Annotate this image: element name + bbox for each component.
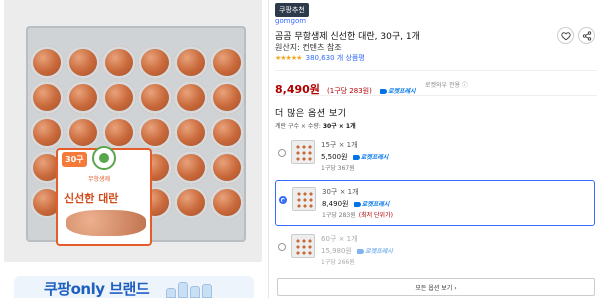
egg bbox=[66, 81, 100, 114]
lowest-unit-flag: (최저 단위가) bbox=[358, 212, 393, 219]
share-button[interactable] bbox=[578, 27, 595, 44]
egg bbox=[102, 116, 136, 149]
egg bbox=[210, 186, 244, 219]
delivery-info[interactable]: 로켓와우 전용 ⓘ bbox=[425, 80, 468, 89]
product-image-panel: 30구 무항생제 신선한 대란 쿠팡only 브랜드 bbox=[0, 0, 266, 298]
banner-bottles-image bbox=[164, 280, 224, 298]
rating-row[interactable]: ★★★★★ 380,630 개 상품평 bbox=[275, 53, 365, 63]
rocket-fresh-badge: 로켓프레시 bbox=[353, 201, 389, 208]
view-all-options-button[interactable]: 모든 옵션 보기 › bbox=[277, 278, 595, 296]
egg bbox=[174, 81, 208, 114]
review-count[interactable]: 380,630 개 상품평 bbox=[306, 54, 365, 62]
divider-line bbox=[275, 70, 597, 71]
egg bbox=[174, 186, 208, 219]
heart-icon bbox=[560, 31, 571, 40]
option-item[interactable]: 60구 × 1개 15,980원 로켓프레시 1구당 266원 bbox=[275, 228, 595, 271]
egg bbox=[30, 81, 64, 114]
option-price: 8,490원 bbox=[322, 200, 349, 208]
certification-badge-icon bbox=[92, 146, 116, 170]
egg bbox=[66, 116, 100, 149]
unit-price: (1구당 283원) bbox=[327, 87, 372, 95]
egg bbox=[30, 46, 64, 79]
option-thumbnail bbox=[291, 140, 315, 164]
rocket-icon bbox=[379, 89, 387, 94]
egg bbox=[210, 81, 244, 114]
egg bbox=[138, 116, 172, 149]
rocket-icon bbox=[352, 155, 360, 160]
product-main-image[interactable]: 30구 무항생제 신선한 대란 bbox=[4, 0, 262, 262]
origin-text: 원산지: 컨텐츠 참조 bbox=[275, 43, 342, 52]
egg bbox=[138, 46, 172, 79]
option-quantity: 60구 × 1개 bbox=[321, 235, 358, 243]
panel-divider bbox=[268, 0, 269, 298]
option-thumbnail bbox=[292, 187, 316, 211]
option-unit-price: 1구당 283원 (최저 단위가) bbox=[322, 212, 393, 219]
option-price: 15,980원 bbox=[321, 247, 352, 255]
label-count-badge: 30구 bbox=[62, 152, 87, 167]
egg bbox=[174, 151, 208, 184]
egg bbox=[66, 46, 100, 79]
radio-icon[interactable] bbox=[278, 149, 286, 157]
option-quantity: 15구 × 1개 bbox=[321, 141, 358, 149]
radio-icon[interactable] bbox=[278, 243, 286, 251]
options-section-title: 더 많은 옵션 보기 bbox=[275, 109, 347, 119]
recommend-badge: 쿠팡추천 bbox=[275, 3, 309, 17]
divider-line bbox=[275, 95, 597, 96]
option-thumbnail bbox=[291, 234, 315, 258]
option-item-selected[interactable]: 30구 × 1개 8,490원 로켓프레시 1구당 283원 (최저 단위가) bbox=[275, 180, 595, 226]
option-price: 5,500원 bbox=[321, 153, 348, 161]
selected-option-summary: 계란 구수 × 수량: 30구 × 1개 bbox=[275, 123, 356, 130]
egg bbox=[138, 81, 172, 114]
rocket-icon bbox=[353, 202, 361, 207]
brand-banner[interactable]: 쿠팡only 브랜드 bbox=[14, 276, 254, 298]
option-price-row: 15,980원 로켓프레시 bbox=[321, 246, 393, 256]
brand-banner-text: 쿠팡only 브랜드 bbox=[44, 280, 150, 298]
share-icon bbox=[582, 30, 591, 41]
option-item[interactable]: 15구 × 1개 5,500원 로켓프레시 1구당 367원 bbox=[275, 134, 595, 177]
rocket-fresh-badge: 로켓프레시 bbox=[352, 154, 388, 161]
radio-icon[interactable] bbox=[279, 196, 287, 204]
rocket-icon bbox=[357, 249, 365, 254]
brand-link[interactable]: gomgom bbox=[275, 17, 306, 25]
option-quantity: 30구 × 1개 bbox=[322, 188, 359, 196]
product-info-panel: 쿠팡추천 gomgom 곰곰 무항생제 신선한 대란, 30구, 1개 원산지:… bbox=[275, 0, 600, 298]
option-price-row: 8,490원 로켓프레시 bbox=[322, 199, 389, 209]
product-page: 30구 무항생제 신선한 대란 쿠팡only 브랜드 쿠팡추천 gomgom 곰… bbox=[0, 0, 600, 298]
rocket-fresh-badge: 로켓프레시 bbox=[357, 248, 393, 255]
egg bbox=[210, 116, 244, 149]
egg bbox=[102, 81, 136, 114]
product-title: 곰곰 무항생제 신선한 대란, 30구, 1개 bbox=[275, 32, 420, 42]
egg bbox=[210, 46, 244, 79]
egg bbox=[174, 116, 208, 149]
egg bbox=[210, 151, 244, 184]
rocket-fresh-badge: 로켓프레시 bbox=[379, 88, 416, 95]
option-unit-price: 1구당 266원 bbox=[321, 259, 355, 266]
option-price-row: 5,500원 로켓프레시 bbox=[321, 152, 388, 162]
label-egg-photo bbox=[66, 210, 146, 236]
egg bbox=[30, 116, 64, 149]
egg bbox=[102, 46, 136, 79]
label-title: 신선한 대란 bbox=[64, 192, 119, 205]
option-unit-price: 1구당 367원 bbox=[321, 165, 355, 172]
egg bbox=[174, 46, 208, 79]
wishlist-button[interactable] bbox=[557, 27, 574, 44]
label-tag: 무항생제 bbox=[88, 176, 111, 183]
star-rating-icon: ★★★★★ bbox=[275, 54, 302, 62]
